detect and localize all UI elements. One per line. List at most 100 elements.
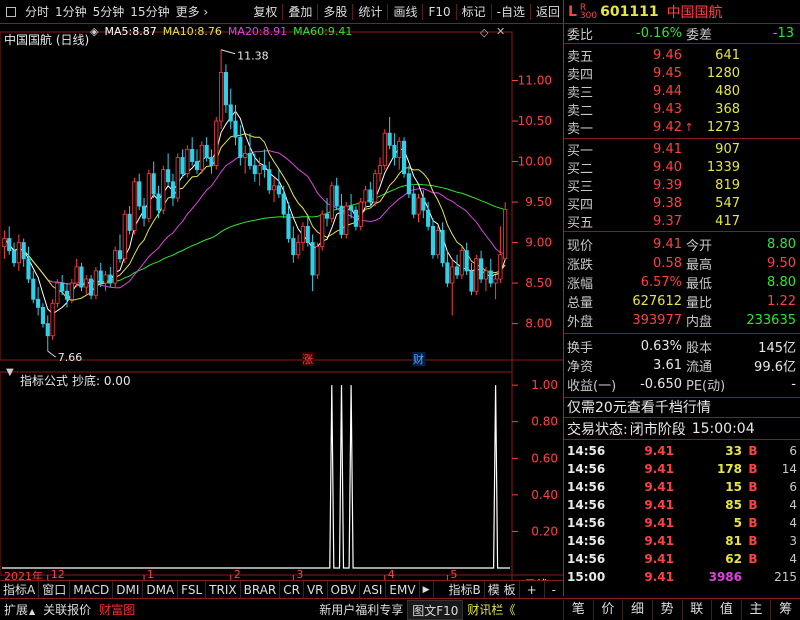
candle-body: [344, 205, 349, 235]
tab-lian[interactable]: 联: [681, 599, 712, 620]
candle-body: [243, 153, 248, 158]
candle: [397, 137, 402, 170]
book-row[interactable]: 卖二 9.43 368: [564, 100, 800, 119]
kline-chart[interactable]: 11.00 10.50 10.00 9.50 9.00 8.50 8.00 1.00 0.80 0…: [0, 24, 563, 596]
book-volume: 907: [715, 141, 740, 157]
period-3[interactable]: 5分钟: [90, 0, 128, 24]
tab-jia[interactable]: 价: [592, 599, 623, 620]
tab-shi[interactable]: 势: [651, 599, 682, 620]
book-row[interactable]: 买一 9.41 907: [564, 140, 800, 159]
period-1[interactable]: 分时: [22, 0, 52, 24]
tab-fsl[interactable]: FSL: [178, 580, 207, 599]
toolbar-divider: [490, 3, 492, 20]
indicator-menu-icon[interactable]: ▼: [6, 367, 14, 378]
ma-legend-icon[interactable]: ◈: [90, 25, 98, 39]
tab-bi[interactable]: 笔: [563, 599, 593, 620]
fundamental-row: 收益(一) -0.650 PE(动) -: [564, 375, 800, 394]
fundamental-value: 99.6亿: [754, 360, 796, 375]
tab-obv[interactable]: OBV: [328, 580, 361, 599]
tab-window[interactable]: 窗口: [39, 580, 71, 599]
candle: [223, 64, 228, 113]
book-row[interactable]: 卖一 9.42 ↑ 1273: [564, 118, 800, 137]
header-l-badge[interactable]: L: [568, 4, 577, 20]
btn-zixuan[interactable]: -自选: [494, 0, 528, 24]
ma10-legend: MA10:8.76: [163, 25, 222, 39]
tab-zhi[interactable]: 值: [711, 599, 741, 620]
tick-list[interactable]: 14:56 9.41 33 B 6 14:56 9.41 178 B 14 14:56 9.41 15 B…: [564, 440, 800, 586]
candle-body: [324, 213, 330, 219]
book-row[interactable]: 买三 9.39 819: [564, 176, 800, 195]
btn-news-bar[interactable]: 财讯栏《: [463, 600, 519, 620]
weicha-value: -13: [772, 26, 794, 41]
tab-emv[interactable]: EMV: [386, 580, 420, 599]
candle-body: [45, 323, 50, 337]
chevron-right-icon: ›: [203, 4, 209, 19]
tab-brar[interactable]: BRAR: [241, 580, 281, 599]
window-menu-icon[interactable]: [6, 6, 16, 17]
book-row[interactable]: 买五 9.37 417: [564, 212, 800, 231]
fundamental-value: -: [791, 377, 796, 392]
tab-indicator-b[interactable]: 指标B: [446, 580, 485, 599]
book-level-label: 卖三: [567, 85, 594, 101]
book-row[interactable]: 买二 9.40 1339: [564, 158, 800, 177]
event-marker-cai[interactable]: 财: [413, 352, 424, 366]
close-icon[interactable]: ✕: [496, 25, 505, 38]
tab-trix[interactable]: TRIX: [206, 580, 241, 599]
toolbar-divider: [455, 3, 457, 20]
candle: [151, 161, 156, 198]
tabs-scroll-right-icon[interactable]: ▶: [420, 580, 434, 599]
candle: [430, 218, 436, 259]
btn-biaoji[interactable]: 标记: [459, 0, 489, 24]
candle-body: [271, 185, 277, 191]
tab-cr[interactable]: CR: [280, 580, 304, 599]
btn-related-quotes[interactable]: 关联报价: [39, 600, 95, 620]
candle: [416, 193, 421, 223]
book-price: 9.43: [653, 101, 682, 117]
btn-wealth-chart[interactable]: 财富图: [95, 600, 139, 620]
book-row[interactable]: 卖三 9.44 480: [564, 82, 800, 101]
btn-huaxian[interactable]: 画线: [390, 0, 420, 24]
btn-fuquan[interactable]: 复权: [250, 0, 280, 24]
quote-label: 现价: [567, 239, 594, 254]
toolbar-divider: [317, 3, 319, 20]
tab-chou[interactable]: 筹: [770, 599, 800, 620]
tab-zhu[interactable]: 主: [740, 599, 771, 620]
candle-body: [426, 209, 431, 227]
btn-back[interactable]: 返回: [533, 0, 563, 24]
period-4[interactable]: 15分钟: [127, 0, 172, 24]
period-more[interactable]: 更多 ›: [173, 0, 212, 24]
candle: [247, 133, 253, 170]
tab-xi[interactable]: 细: [622, 599, 652, 620]
tab-macd[interactable]: MACD: [70, 580, 114, 599]
candle-body: [401, 140, 407, 175]
remove-window-button[interactable]: -: [545, 581, 563, 599]
btn-tongji[interactable]: 统计: [355, 0, 385, 24]
tab-template[interactable]: 模 板: [485, 580, 520, 599]
tab-vr[interactable]: VR: [304, 580, 328, 599]
diamond-icon[interactable]: ◇: [480, 26, 488, 39]
btn-diejia[interactable]: 叠加: [285, 0, 315, 24]
new-user-promo[interactable]: 新用户福利专享: [315, 600, 407, 620]
candle-body: [223, 72, 228, 106]
tab-dma[interactable]: DMA: [143, 580, 179, 599]
btn-expand[interactable]: 扩展▲: [0, 600, 39, 620]
candle: [488, 258, 493, 288]
tab-asi[interactable]: ASI: [360, 580, 387, 599]
header-r-badge[interactable]: R 300: [580, 3, 597, 20]
tab-indicator-a[interactable]: 指标A: [0, 580, 40, 599]
event-marker-zhang[interactable]: 涨: [302, 353, 313, 366]
indicator-series: [2, 385, 510, 569]
book-row[interactable]: 卖四 9.45 1280: [564, 64, 800, 83]
btn-f10[interactable]: F10: [425, 0, 453, 24]
ask-book: 卖五 9.46 641 卖四 9.45 1280 卖三 9.44 480 卖二 9.43 368 卖一 9…: [564, 44, 800, 139]
btn-duogu[interactable]: 多股: [320, 0, 350, 24]
indicator-title[interactable]: 指标公式: [20, 373, 68, 388]
add-window-button[interactable]: +: [520, 580, 545, 599]
candle-body: [291, 238, 296, 256]
promo-banner[interactable]: 仅需20元查看千档行情: [564, 398, 800, 418]
period-2[interactable]: 1分钟: [52, 0, 90, 24]
tab-dmi[interactable]: DMI: [113, 580, 144, 599]
btn-graphic-f10[interactable]: 图文F10: [407, 599, 464, 620]
book-row[interactable]: 买四 9.38 547: [564, 194, 800, 213]
book-row[interactable]: 卖五 9.46 641: [564, 46, 800, 65]
